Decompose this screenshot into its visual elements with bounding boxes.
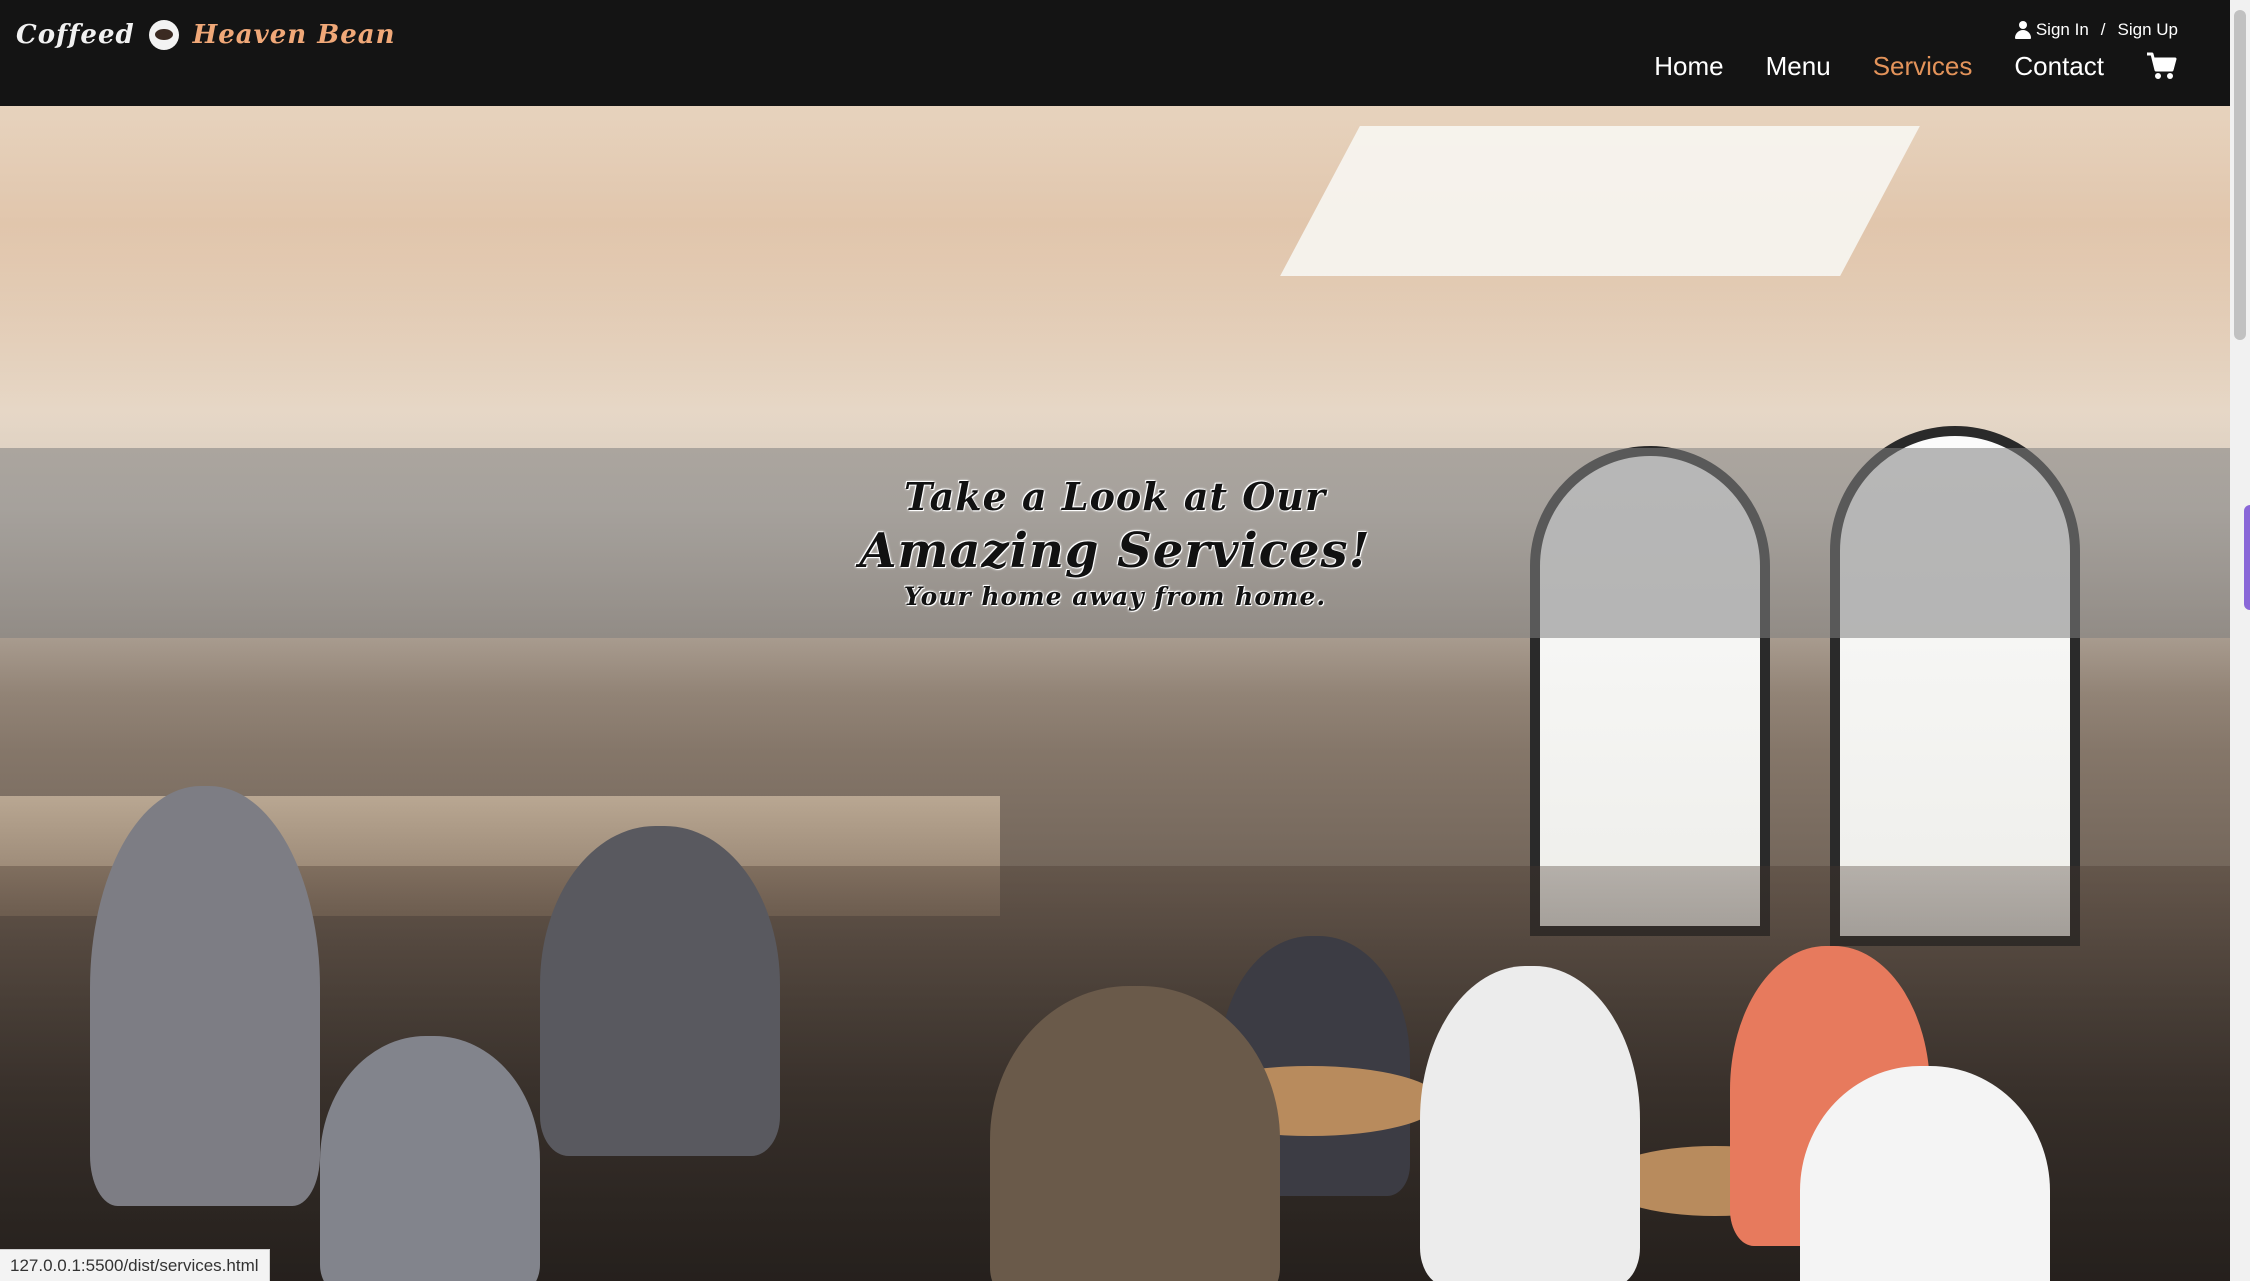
main-nav: Home Menu Services Contact xyxy=(1654,44,2178,88)
patron-figure xyxy=(540,826,780,1156)
sign-in-label: Sign In xyxy=(2035,20,2089,39)
hero-tagline: Your home away from home. xyxy=(903,582,1327,611)
patron-figure xyxy=(1420,966,1640,1281)
patron-figure xyxy=(90,786,320,1206)
auth-separator: / xyxy=(2100,20,2106,39)
navbar: Coffeed Heaven Bean Sign In / Sign Up Ho… xyxy=(0,0,2230,106)
ceiling-skylight xyxy=(1280,126,1920,276)
hero-headline: Amazing Services! xyxy=(859,523,1371,579)
nav-menu[interactable]: Menu xyxy=(1766,51,1831,82)
nav-services[interactable]: Services xyxy=(1873,51,1973,82)
cart-icon[interactable] xyxy=(2146,51,2178,81)
nav-contact[interactable]: Contact xyxy=(2014,51,2104,82)
hero-title: Take a Look at Our xyxy=(904,474,1326,519)
hero-text: Take a Look at Our Amazing Services! You… xyxy=(0,448,2230,638)
coffee-cup-icon xyxy=(148,20,179,50)
sign-in-link[interactable]: Sign In xyxy=(2014,20,2089,40)
sign-up-link[interactable]: Sign Up xyxy=(2118,20,2178,40)
vertical-scrollbar[interactable] xyxy=(2230,0,2250,1281)
scrollbar-thumb[interactable] xyxy=(2234,10,2246,340)
patron-figure xyxy=(990,986,1280,1281)
brand-name-second: Heaven Bean xyxy=(192,20,396,50)
nav-home[interactable]: Home xyxy=(1654,51,1723,82)
brand-logo[interactable]: Coffeed Heaven Bean xyxy=(16,14,396,56)
side-panel-tab[interactable] xyxy=(2244,505,2250,610)
hero-banner: Take a Look at Our Amazing Services! You… xyxy=(0,448,2230,638)
auth-links: Sign In / Sign Up xyxy=(2014,18,2178,42)
brand-name-first: Coffeed xyxy=(16,20,135,50)
user-icon xyxy=(2014,21,2031,39)
link-status-bar: 127.0.0.1:5500/dist/services.html xyxy=(0,1249,270,1281)
patron-figure xyxy=(320,1036,540,1281)
hero-section: Take a Look at Our Amazing Services! You… xyxy=(0,106,2230,1281)
